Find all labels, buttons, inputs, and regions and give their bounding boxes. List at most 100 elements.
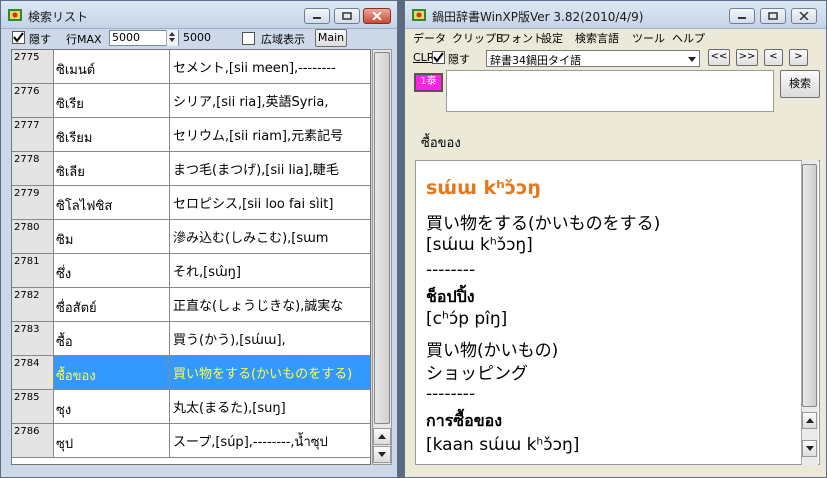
search-list-title: 検索リスト: [28, 10, 89, 24]
maximize-button[interactable]: [334, 8, 360, 24]
definition-line: ช็อปปิ้ง: [426, 287, 475, 306]
rowmax-input[interactable]: 5000: [109, 30, 179, 46]
table-row[interactable]: 2784 ซื้อของ 買い物をする(かいものをする): [12, 356, 370, 390]
wide-display-label: 広域表示: [261, 33, 305, 46]
scroll-up-button[interactable]: [373, 428, 391, 445]
definition-heading: sɯ́ɯ kʰɔ̌ɔŋ: [426, 177, 541, 199]
dictionary-select-value: 辞書34鍋田タイ語: [490, 54, 581, 67]
menu-tools[interactable]: ツール: [632, 30, 665, 46]
dictionary-window: 鍋田辞書WinXP版Ver 3.82(2010/4/9) データ クリップB フ…: [404, 0, 827, 478]
wide-display-checkbox[interactable]: [242, 32, 255, 45]
row-index: 2778: [12, 152, 54, 185]
row-index: 2781: [12, 254, 54, 287]
history-forward-far-button[interactable]: >>: [736, 49, 758, 66]
search-list-window: 検索リスト 隠す 行MAX 5000 5000 広域表示 Main 2775 ซิ…: [0, 0, 398, 478]
row-index: 2779: [12, 186, 54, 219]
table-row[interactable]: 2781 ซึ่ง それ,[sɯ̂ŋ]: [12, 254, 370, 288]
definition-scroll-up-button[interactable]: [802, 412, 817, 429]
row-thai-word: ซิโลไฟซิส: [54, 186, 170, 219]
row-definition: セロピシス,[sii loo fai sìit]: [173, 197, 334, 212]
close-button[interactable]: [363, 8, 391, 24]
table-row[interactable]: 2776 ซิเรีย シリア,[sii ria],英語Syria,: [12, 84, 370, 118]
hide-label: 隠す: [448, 53, 470, 66]
rowmax-spinner[interactable]: [166, 30, 178, 46]
checkbox-icon: [13, 32, 24, 43]
table-row[interactable]: 2775 ซิเมนต์ セメント,[sii meen],--------: [12, 50, 370, 84]
minimize-icon: [738, 17, 746, 19]
close-button[interactable]: [791, 8, 817, 24]
hide-checkbox[interactable]: [432, 51, 445, 64]
maximize-button[interactable]: [760, 8, 786, 24]
dictionary-select[interactable]: 辞書34鍋田タイ語: [486, 50, 700, 67]
row-thai-word: ซึ่ง: [54, 254, 170, 287]
definition-line: [kaan sɯ́ɯ kʰɔ̌ɔŋ]: [426, 435, 580, 455]
row-thai-word: ซุป: [54, 424, 170, 457]
definition-line: 買い物(かいもの): [426, 341, 559, 361]
menu-help[interactable]: ヘルプ: [672, 30, 705, 46]
scroll-up-icon: [378, 434, 386, 439]
table-row[interactable]: 2780 ซิม 滲み込む(しみこむ),[sɯm: [12, 220, 370, 254]
list-scrollbar[interactable]: [372, 49, 392, 465]
history-forward-button[interactable]: >: [789, 49, 808, 66]
scroll-up-icon: [806, 418, 814, 423]
menu-search-language[interactable]: 検索言語: [575, 30, 619, 46]
table-row[interactable]: 2786 ซุป スープ,[súp],--------,น้ำซุป: [12, 424, 370, 458]
search-input[interactable]: [446, 70, 774, 112]
history-back-button[interactable]: <: [764, 49, 783, 66]
hide-checkbox[interactable]: [12, 31, 25, 44]
definition-line: ショッピング: [426, 364, 528, 384]
main-button[interactable]: Main: [315, 29, 347, 47]
result-grid: 2775 ซิเมนต์ セメント,[sii meen],-------- 2776 ซ…: [11, 49, 371, 465]
scroll-down-button[interactable]: [373, 446, 391, 463]
definition-line: [cʰɔ́p pîŋ]: [426, 309, 508, 329]
definition-scroll-down-button[interactable]: [802, 440, 817, 457]
maximize-icon: [768, 12, 778, 20]
definition-scroll-thumb[interactable]: [802, 164, 817, 407]
menu-font[interactable]: フォント: [500, 30, 544, 46]
headword-label: ซื้อของ: [421, 136, 461, 151]
definition-line: 買い物(かいもの): [426, 459, 558, 464]
hide-label: 隠す: [29, 33, 51, 46]
list-scroll-thumb[interactable]: [374, 52, 390, 424]
row-definition: 買う(かう),[sɯ́ɯ],: [173, 333, 286, 348]
dropdown-arrow-icon: [688, 57, 696, 62]
table-row[interactable]: 2778 ซิเลีย まつ毛(まつげ),[sii lia],睫毛: [12, 152, 370, 186]
row-index: 2782: [12, 288, 54, 321]
menu-data[interactable]: データ: [413, 30, 446, 46]
dictionary-title: 鍋田辞書WinXP版Ver 3.82(2010/4/9): [432, 10, 644, 24]
row-thai-word: ซิม: [54, 220, 170, 253]
row-thai-word: ซิเรีย: [54, 84, 170, 117]
history-back-far-button[interactable]: <<: [708, 49, 730, 66]
definition-pane[interactable]: sɯ́ɯ kʰɔ̌ɔŋ 買い物をする(かいものをする) [sɯ́ɯ kʰɔ̌ɔŋ] -…: [415, 160, 820, 465]
row-index: 2780: [12, 220, 54, 253]
row-definition: シリア,[sii ria],英語Syria,: [173, 95, 329, 110]
table-row[interactable]: 2777 ซิเรียม セリウム,[sii riam],元素記号: [12, 118, 370, 152]
search-button[interactable]: 検索: [780, 70, 820, 98]
row-index: 2776: [12, 84, 54, 117]
spin-icon: [169, 32, 175, 42]
row-thai-word: ซิเมนต์: [54, 50, 170, 83]
table-row[interactable]: 2782 ซื่อสัตย์ 正直な(しょうじきな),誠実な: [12, 288, 370, 322]
row-thai-word: ซื่อสัตย์: [54, 288, 170, 321]
maximize-icon: [342, 12, 352, 20]
row-definition: 丸太(まるた),[suŋ]: [173, 401, 286, 416]
row-thai-word: ซื้อของ: [54, 356, 170, 389]
dictionary-titlebar[interactable]: 鍋田辞書WinXP版Ver 3.82(2010/4/9): [405, 1, 826, 29]
scroll-down-icon: [378, 452, 386, 457]
minimize-button[interactable]: [304, 8, 330, 24]
row-index: 2784: [12, 356, 54, 389]
menu-settings[interactable]: 設定: [541, 30, 563, 46]
close-icon: [799, 12, 809, 20]
minimize-icon: [313, 17, 321, 19]
app-icon: [8, 9, 22, 21]
menu-bar: データ クリップB フォント 設定 検索言語 ツール ヘルプ: [405, 29, 826, 47]
table-row[interactable]: 2783 ซื้อ 買う(かう),[sɯ́ɯ],: [12, 322, 370, 356]
language-tag-button[interactable]: 1泰: [414, 73, 443, 92]
definition-scrollbar[interactable]: [801, 160, 818, 465]
menu-clip-b[interactable]: クリップB: [452, 30, 504, 46]
table-row[interactable]: 2785 ซุง 丸太(まるた),[suŋ]: [12, 390, 370, 424]
minimize-button[interactable]: [729, 8, 755, 24]
search-list-titlebar[interactable]: 検索リスト: [1, 1, 397, 29]
row-definition: セメント,[sii meen],--------: [173, 61, 336, 76]
table-row[interactable]: 2779 ซิโลไฟซิส セロピシス,[sii loo fai sìit]: [12, 186, 370, 220]
